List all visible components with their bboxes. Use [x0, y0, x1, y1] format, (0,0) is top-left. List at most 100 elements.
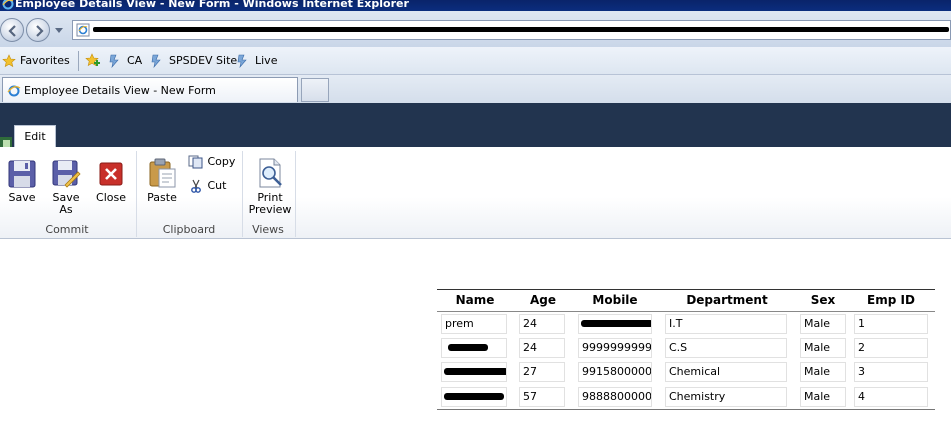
cell-age[interactable]: 24: [519, 338, 565, 358]
column-header-name: Name: [455, 293, 495, 307]
cell-sex[interactable]: Male: [800, 387, 846, 407]
group-label-commit: Commit: [45, 223, 89, 236]
group-separator: [295, 151, 296, 237]
column-header-sex: Sex: [810, 293, 836, 307]
ribbon-body: Save Save As Close Commit Paste Copy Cut…: [0, 147, 951, 239]
save-as-button[interactable]: Save As: [49, 159, 83, 215]
sharepoint-page-icon: [109, 54, 119, 68]
cell-department[interactable]: I.T: [665, 314, 787, 334]
save-as-label-line1: Save: [52, 191, 80, 204]
favorite-link-label: Live: [255, 54, 278, 67]
paste-button[interactable]: Paste: [145, 157, 179, 203]
cell-mobile[interactable]: 9999999999: [578, 338, 652, 358]
browser-tab-strip: Employee Details View - New Form: [0, 75, 951, 103]
close-button[interactable]: Close: [94, 159, 128, 203]
group-label-clipboard: Clipboard: [162, 223, 216, 236]
cell-sex[interactable]: Male: [800, 314, 846, 334]
star-icon: [2, 54, 16, 68]
cell-emp-id[interactable]: 2: [854, 338, 928, 358]
redacted-name: [448, 344, 488, 351]
cell-name[interactable]: [441, 362, 507, 382]
table-row[interactable]: prem 24 I.T Male 1: [437, 312, 935, 336]
ie-logo-icon: [2, 0, 14, 10]
redacted-name: [444, 393, 504, 400]
cell-department[interactable]: Chemical: [665, 362, 787, 382]
close-icon: [99, 162, 123, 186]
cell-sex[interactable]: Male: [800, 338, 846, 358]
page-ie-icon: [76, 23, 90, 37]
group-separator: [136, 151, 137, 237]
save-as-icon: [52, 160, 81, 188]
redacted-mobile: [581, 320, 651, 327]
cell-mobile[interactable]: [578, 314, 652, 334]
cell-emp-id[interactable]: 1: [854, 314, 928, 334]
address-bar[interactable]: [72, 20, 951, 40]
redacted-name: [444, 368, 506, 375]
paste-clipboard-icon: [149, 158, 176, 188]
favorite-link-ca[interactable]: CA: [108, 53, 142, 69]
paste-label: Paste: [147, 191, 177, 204]
cut-label: Cut: [207, 179, 227, 192]
cell-sex[interactable]: Male: [800, 362, 846, 382]
copy-button[interactable]: Copy: [188, 155, 235, 169]
ribbon-tab-edit[interactable]: Edit: [14, 125, 56, 148]
column-header-age: Age: [529, 293, 556, 307]
cut-button[interactable]: Cut: [188, 179, 226, 193]
add-favorite-icon[interactable]: [85, 53, 101, 69]
favorites-label: Favorites: [20, 54, 70, 67]
cell-age[interactable]: 24: [519, 314, 565, 334]
navigation-bar: [0, 11, 951, 47]
table-bottom-border: [437, 409, 935, 410]
save-button[interactable]: Save: [6, 159, 38, 203]
new-tab-button[interactable]: [301, 78, 329, 102]
cell-department[interactable]: Chemistry: [665, 387, 787, 407]
window-title-bar: Employee Details View - New Form - Windo…: [0, 0, 951, 11]
arrow-left-icon: [8, 25, 16, 37]
group-label-views: Views: [252, 223, 284, 236]
forward-button[interactable]: [26, 18, 50, 42]
group-separator: [242, 151, 243, 237]
print-preview-icon: [259, 158, 282, 188]
arrow-right-icon: [36, 25, 44, 37]
cell-name[interactable]: [441, 338, 507, 358]
copy-icon: [188, 155, 203, 169]
sharepoint-page-icon: [151, 54, 161, 68]
favorite-link-label: SPSDEV Site: [169, 54, 238, 67]
save-label: Save: [8, 191, 36, 204]
cell-name[interactable]: [441, 387, 507, 407]
column-header-mobile: Mobile: [592, 293, 638, 307]
column-header-emp-id: Emp ID: [867, 293, 915, 307]
scissors-icon: [191, 179, 201, 193]
recent-pages-dropdown-icon[interactable]: [55, 28, 63, 34]
tab-title: Employee Details View - New Form: [24, 84, 216, 97]
ie-logo-icon: [7, 85, 21, 97]
cell-age[interactable]: 57: [519, 387, 565, 407]
cell-emp-id[interactable]: 3: [854, 362, 928, 382]
table-row[interactable]: 57 9888800000 Chemistry Male 4: [437, 385, 935, 409]
table-header-row: Name Age Mobile Department Sex Emp ID: [437, 290, 935, 312]
cell-emp-id[interactable]: 4: [854, 387, 928, 407]
save-as-label-line2: As: [59, 203, 73, 216]
close-label: Close: [96, 191, 126, 204]
sharepoint-page-icon: [237, 54, 247, 68]
copy-label: Copy: [207, 155, 236, 168]
cell-mobile[interactable]: 9915800000: [578, 362, 652, 382]
table-row[interactable]: 27 9915800000 Chemical Male 3: [437, 360, 935, 384]
favorites-button[interactable]: Favorites: [2, 53, 70, 69]
tab-employee-details[interactable]: Employee Details View - New Form: [2, 77, 298, 102]
print-preview-label-line2: Preview: [248, 203, 292, 216]
favorite-link-spsdev-site[interactable]: SPSDEV Site: [150, 53, 237, 69]
cell-name[interactable]: prem: [441, 314, 507, 334]
cell-mobile[interactable]: 9888800000: [578, 387, 652, 407]
cell-age[interactable]: 27: [519, 362, 565, 382]
table-row[interactable]: 24 9999999999 C.S Male 2: [437, 336, 935, 360]
redacted-url: [93, 27, 949, 32]
column-header-department: Department: [686, 293, 768, 307]
window-title: Employee Details View - New Form - Windo…: [15, 0, 409, 10]
favorite-link-live[interactable]: Live: [236, 53, 277, 69]
back-button[interactable]: [0, 18, 24, 42]
print-preview-button[interactable]: Print Preview: [248, 157, 292, 215]
cell-department[interactable]: C.S: [665, 338, 787, 358]
favorites-bar: Favorites CA SPSDEV Site Live: [0, 47, 951, 75]
favorite-link-label: CA: [127, 54, 143, 67]
